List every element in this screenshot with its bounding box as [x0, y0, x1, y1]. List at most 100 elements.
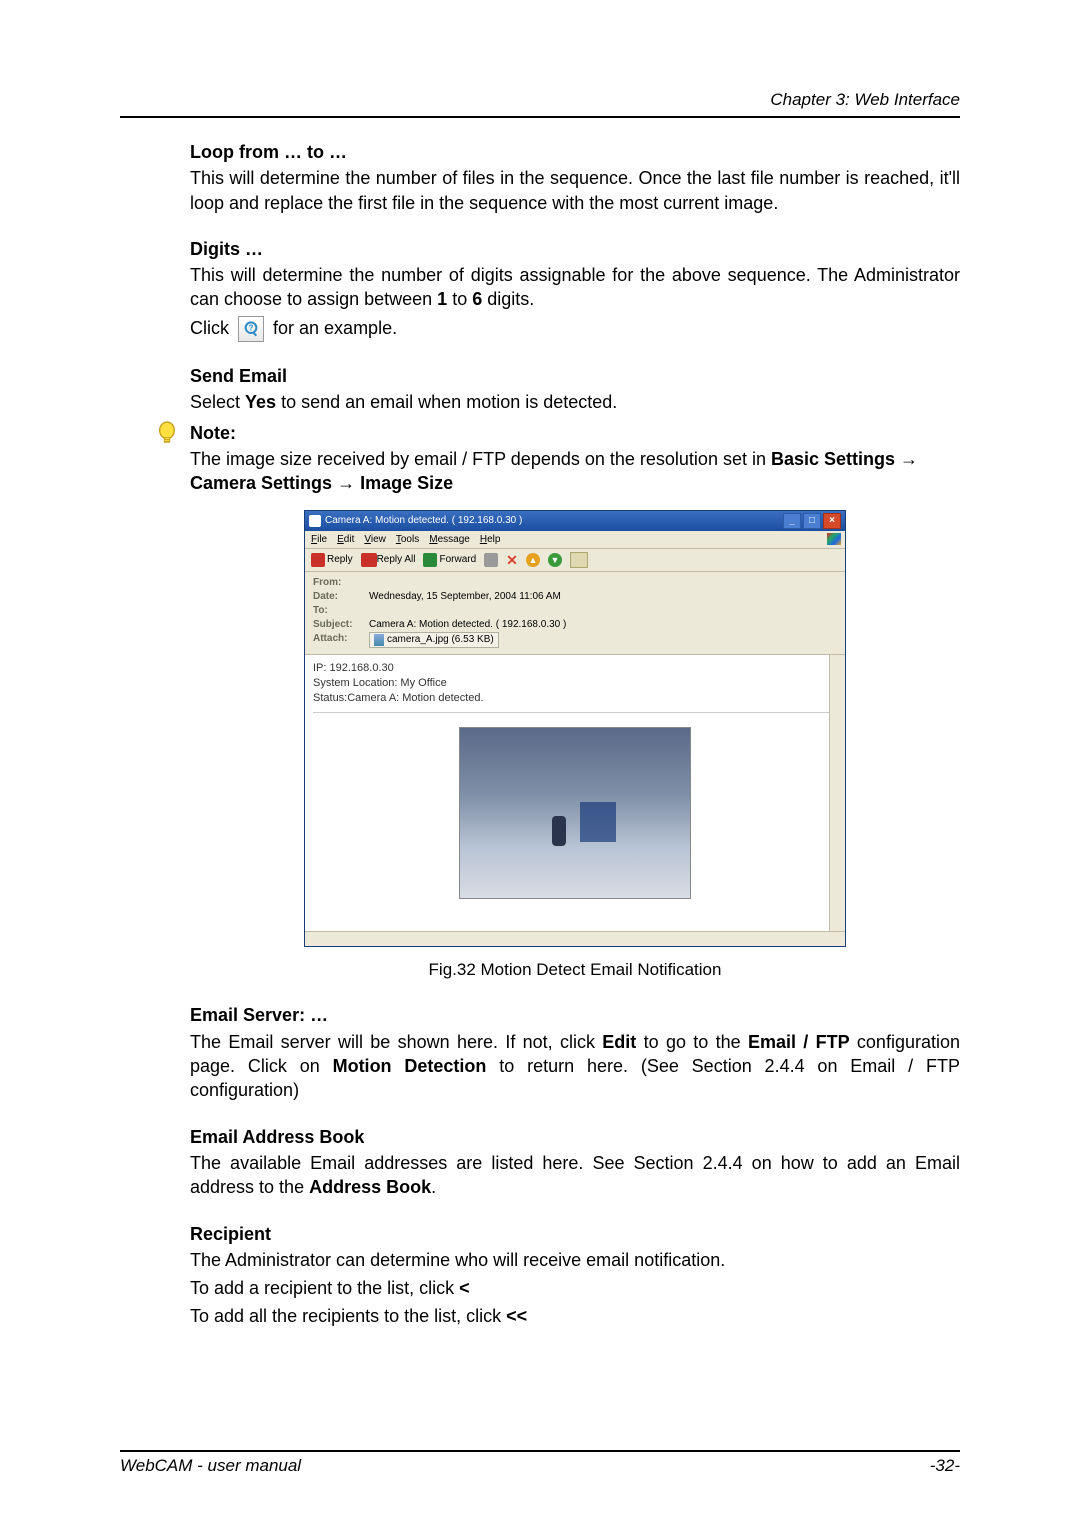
- minimize-button[interactable]: _: [783, 513, 801, 529]
- send-email-title: Send Email: [190, 364, 960, 388]
- addresses-icon[interactable]: [570, 552, 588, 568]
- ab-pre: The available Email addresses are listed…: [190, 1153, 960, 1197]
- example-label: for an example.: [273, 318, 397, 338]
- help-icon[interactable]: ?: [238, 316, 264, 342]
- maximize-button[interactable]: □: [803, 513, 821, 529]
- hdr-date-label: Date:: [313, 590, 363, 604]
- loop-title: Loop from … to …: [190, 140, 960, 164]
- note-title: Note:: [190, 421, 960, 445]
- note-arrow1: →: [895, 449, 918, 469]
- rec-ltlt: <<: [506, 1306, 527, 1326]
- digits-pre: This will determine the number of digits…: [190, 265, 960, 309]
- reply-all-button[interactable]: Reply All: [361, 553, 416, 567]
- header-rule: [120, 116, 960, 118]
- page-footer: WebCAM - user manual -32-: [120, 1442, 960, 1476]
- delete-icon[interactable]: ✕: [506, 554, 518, 566]
- address-book-title: Email Address Book: [190, 1125, 960, 1149]
- reply-icon: [311, 553, 325, 567]
- menu-edit[interactable]: Edit: [337, 533, 354, 547]
- mail-icon: [309, 515, 321, 527]
- recipient-line2: To add a recipient to the list, click <: [190, 1276, 960, 1300]
- note-path1: Basic Settings: [771, 449, 895, 469]
- chapter-header: Chapter 3: Web Interface: [120, 90, 960, 110]
- figure-caption: Fig.32 Motion Detect Email Notification: [190, 959, 960, 982]
- es-pre: The Email server will be shown here. If …: [190, 1032, 602, 1052]
- next-icon[interactable]: ▼: [548, 553, 562, 567]
- menu-view[interactable]: View: [364, 533, 386, 547]
- digits-post: digits.: [482, 289, 534, 309]
- forward-button[interactable]: Forward: [423, 553, 476, 567]
- es-edit: Edit: [602, 1032, 636, 1052]
- send-email-post: to send an email when motion is detected…: [276, 392, 617, 412]
- ab-post: .: [431, 1177, 436, 1197]
- previous-icon[interactable]: ▲: [526, 553, 540, 567]
- body-ip: IP: 192.168.0.30: [313, 661, 837, 676]
- es-md: Motion Detection: [333, 1056, 487, 1076]
- close-button[interactable]: ×: [823, 513, 841, 529]
- email-headers: From: Date: Wednesday, 15 September, 2004…: [305, 572, 845, 655]
- forward-label: Forward: [439, 553, 476, 567]
- hdr-subject-value: Camera A: Motion detected. ( 192.168.0.3…: [369, 618, 566, 632]
- reply-button[interactable]: Reply: [311, 553, 353, 567]
- svg-text:?: ?: [249, 324, 254, 333]
- footer-right: -32-: [930, 1456, 960, 1476]
- rec-lt: <: [459, 1278, 470, 1298]
- menu-tools[interactable]: Tools: [396, 533, 419, 547]
- main-content: Loop from … to … This will determine the…: [190, 140, 960, 1329]
- ab-bold: Address Book: [309, 1177, 431, 1197]
- send-email-pre: Select: [190, 392, 245, 412]
- digits-title: Digits …: [190, 237, 960, 261]
- menu-message[interactable]: Message: [429, 533, 470, 547]
- forward-icon: [423, 553, 437, 567]
- email-image-wrap: [313, 719, 837, 923]
- digits-click-row: Click ? for an example.: [190, 316, 960, 342]
- menu-file[interactable]: File: [311, 533, 327, 547]
- reply-all-label: Reply All: [377, 553, 416, 567]
- email-window-title: Camera A: Motion detected. ( 192.168.0.3…: [325, 514, 522, 528]
- note-block: Note: The image size received by email /…: [190, 421, 960, 496]
- camera-snapshot-image: [459, 727, 691, 899]
- loop-body: This will determine the number of files …: [190, 166, 960, 215]
- email-body: IP: 192.168.0.30 System Location: My Off…: [305, 655, 845, 931]
- menu-help[interactable]: Help: [480, 533, 501, 547]
- email-server-body: The Email server will be shown here. If …: [190, 1030, 960, 1103]
- es-mid1: to go to the: [636, 1032, 748, 1052]
- recipient-line3: To add all the recipients to the list, c…: [190, 1304, 960, 1328]
- hdr-attach-label: Attach:: [313, 632, 363, 648]
- note-path2: Camera Settings: [190, 473, 332, 493]
- hdr-date-value: Wednesday, 15 September, 2004 11:06 AM: [369, 590, 561, 604]
- note-path3: Image Size: [360, 473, 453, 493]
- hdr-from-label: From:: [313, 576, 363, 590]
- attachment-chip[interactable]: camera_A.jpg (6.53 KB): [369, 632, 499, 648]
- email-statusbar: [305, 931, 845, 946]
- hdr-to-label: To:: [313, 604, 363, 618]
- email-titlebar: Camera A: Motion detected. ( 192.168.0.3…: [305, 511, 845, 531]
- footer-rule: [120, 1450, 960, 1452]
- note-line1: The image size received by email / FTP d…: [190, 449, 771, 469]
- hdr-subject-label: Subject:: [313, 618, 363, 632]
- reply-all-icon: [361, 553, 375, 567]
- recipient-title: Recipient: [190, 1222, 960, 1246]
- attachment-icon: [374, 634, 384, 646]
- note-arrow2: →: [332, 473, 360, 493]
- email-window-figure: Camera A: Motion detected. ( 192.168.0.3…: [304, 510, 846, 947]
- hdr-attach-value: camera_A.jpg (6.53 KB): [387, 633, 494, 647]
- email-toolbar: Reply Reply All Forward ✕ ▲ ▼: [305, 549, 845, 572]
- click-label: Click: [190, 318, 234, 338]
- digits-to: to: [447, 289, 472, 309]
- rec-l3-pre: To add all the recipients to the list, c…: [190, 1306, 506, 1326]
- send-email-body: Select Yes to send an email when motion …: [190, 390, 960, 414]
- rec-l2-pre: To add a recipient to the list, click: [190, 1278, 459, 1298]
- digits-one: 1: [437, 289, 447, 309]
- digits-six: 6: [472, 289, 482, 309]
- email-server-title: Email Server: …: [190, 1003, 960, 1027]
- address-book-body: The available Email addresses are listed…: [190, 1151, 960, 1200]
- body-location: System Location: My Office: [313, 676, 837, 691]
- email-menubar: File Edit View Tools Message Help: [305, 531, 845, 550]
- scrollbar[interactable]: [829, 655, 845, 931]
- footer-left: WebCAM - user manual: [120, 1456, 301, 1476]
- recipient-line1: The Administrator can determine who will…: [190, 1248, 960, 1272]
- print-icon[interactable]: [484, 553, 498, 567]
- note-body: The image size received by email / FTP d…: [190, 447, 960, 496]
- reply-label: Reply: [327, 553, 353, 567]
